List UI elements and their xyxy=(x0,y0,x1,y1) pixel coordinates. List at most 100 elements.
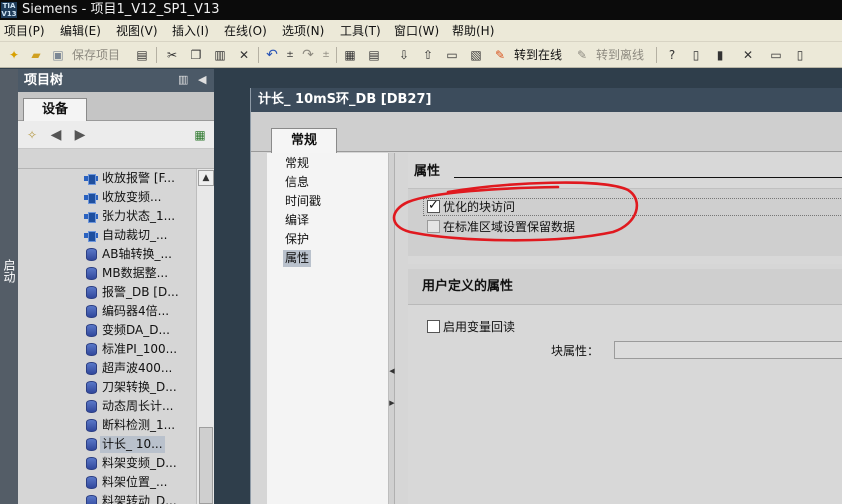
tree-item[interactable]: 刀架转换_D... xyxy=(78,378,196,397)
split-horizontal-icon[interactable]: ▭ xyxy=(768,47,784,63)
tree-item[interactable]: 料架转动_D... xyxy=(78,492,196,504)
help-pointer-icon[interactable]: ? xyxy=(664,47,680,63)
menu-insert[interactable]: 插入(I) xyxy=(172,23,209,39)
tree-item[interactable]: 收放报警 [F... xyxy=(78,169,196,188)
nav-protection[interactable]: 保护 xyxy=(285,231,309,248)
main-toolbar: ✦ ▰ ▣ 保存项目 ▤ ✂ ❐ ▥ ✕ ↶ ± ↷ ± ▦ ▤ ⇩ ⇧ ▭ ▧… xyxy=(0,42,842,68)
pin-panel-icon[interactable]: ▥ xyxy=(178,73,191,86)
splitter-collapse-icon[interactable]: ◀ xyxy=(389,367,395,375)
new-project-icon[interactable]: ✦ xyxy=(6,47,22,63)
undo-icon[interactable]: ↶ xyxy=(264,47,280,63)
project-tree-tab-row: 设备 xyxy=(18,92,214,121)
delete-icon[interactable]: ✕ xyxy=(236,47,252,63)
go-offline-button[interactable]: 转到离线 xyxy=(596,47,644,63)
tree-item[interactable]: 自动裁切_... xyxy=(78,226,196,245)
tree-item-label: 料架位置_... xyxy=(102,475,168,489)
tree-item[interactable]: 料架变频_D... xyxy=(78,454,196,473)
window-layout-icon[interactable]: ▯ xyxy=(688,47,704,63)
menu-options[interactable]: 选项(N) xyxy=(282,23,324,39)
start-strip-label: 启动 xyxy=(2,259,16,283)
menu-window[interactable]: 窗口(W) xyxy=(394,23,439,39)
tree-item[interactable]: 张力状态_1... xyxy=(78,207,196,226)
function-block-icon xyxy=(84,172,98,185)
go-online-icon[interactable]: ✎ xyxy=(492,47,508,63)
focus-rectangle xyxy=(423,198,842,216)
scroll-up-icon[interactable]: ▲ xyxy=(198,170,214,186)
open-project-icon[interactable]: ▰ xyxy=(28,47,44,63)
data-block-icon xyxy=(86,476,97,489)
tree-item[interactable]: 收放变频... xyxy=(78,188,196,207)
tia-portal-logo-icon: TIA V13 xyxy=(1,2,17,18)
save-project-button[interactable]: 保存项目 xyxy=(72,47,120,63)
tag-readback-checkbox[interactable] xyxy=(427,320,440,333)
back-icon[interactable]: ◀ xyxy=(48,127,64,143)
block-properties-dialog: 计长_ 10mS环_DB [DB27] 常规 常规 信息 时间戳 编译 保护 属… xyxy=(250,88,842,504)
menu-project[interactable]: 项目(P) xyxy=(4,23,45,39)
project-tree-header: 项目树 ▥ ◀ xyxy=(18,69,214,92)
split-editor-icon[interactable]: ▦ xyxy=(342,47,358,63)
tab-devices[interactable]: 设备 xyxy=(23,98,87,121)
tree-item[interactable]: MB数据整... xyxy=(78,264,196,283)
tree-item[interactable]: 编码器4倍... xyxy=(78,302,196,321)
tab-general[interactable]: 常规 xyxy=(271,128,337,153)
project-tree-list: 收放报警 [F... 收放变频... 张力状态_1... 自动裁切_... AB轴转换_… xyxy=(18,169,196,504)
scroll-thumb[interactable] xyxy=(199,427,213,504)
nav-timestamps[interactable]: 时间戳 xyxy=(285,193,321,210)
start-simulation-icon[interactable]: ▭ xyxy=(444,47,460,63)
paste-icon[interactable]: ▥ xyxy=(212,47,228,63)
print-icon[interactable]: ▤ xyxy=(134,47,150,63)
nav-splitter[interactable]: ◀ ▶ xyxy=(389,153,395,504)
tree-item-label: 自动裁切_... xyxy=(102,228,168,242)
go-online-button[interactable]: 转到在线 xyxy=(514,47,562,63)
tree-item-label: 编码器4倍... xyxy=(102,304,170,318)
menu-help[interactable]: 帮助(H) xyxy=(452,23,494,39)
nav-information[interactable]: 信息 xyxy=(285,174,309,191)
nav-attributes[interactable]: 属性 xyxy=(283,250,312,267)
retain-data-checkbox[interactable] xyxy=(427,220,440,233)
accessible-devices-icon[interactable]: ▧ xyxy=(468,47,484,63)
menu-online[interactable]: 在线(O) xyxy=(224,23,267,39)
close-editor-icon[interactable]: ✕ xyxy=(740,47,756,63)
tree-item[interactable]: 计长_ 10... xyxy=(78,435,196,454)
toolbar-separator xyxy=(156,47,157,63)
tree-item[interactable]: AB轴转换_... xyxy=(78,245,196,264)
compile-icon[interactable]: ▤ xyxy=(366,47,382,63)
tree-item[interactable]: 料架位置_... xyxy=(78,473,196,492)
tree-item[interactable]: 标准PI_100... xyxy=(78,340,196,359)
menu-view[interactable]: 视图(V) xyxy=(116,23,158,39)
properties-nav-list: 常规 信息 时间戳 编译 保护 属性 xyxy=(267,153,389,504)
tree-item[interactable]: 动态周长计... xyxy=(78,397,196,416)
portal-start-strip[interactable]: 启动 xyxy=(0,69,18,504)
nav-general[interactable]: 常规 xyxy=(285,155,309,172)
download-to-device-icon[interactable]: ⇩ xyxy=(396,47,412,63)
save-icon[interactable]: ▣ xyxy=(50,47,66,63)
show-overview-icon[interactable]: ▦ xyxy=(192,127,208,143)
project-tree-scrollbar[interactable]: ▲ xyxy=(196,169,214,504)
redo-icon[interactable]: ↷ xyxy=(300,47,316,63)
undo-dropdown-icon[interactable]: ± xyxy=(282,47,298,63)
splitter-expand-icon[interactable]: ▶ xyxy=(389,399,395,407)
tree-item[interactable]: 断料检测_1... xyxy=(78,416,196,435)
tree-item-label: 收放变频... xyxy=(102,190,162,204)
copy-icon[interactable]: ❐ xyxy=(188,47,204,63)
tree-item[interactable]: 超声波400... xyxy=(78,359,196,378)
add-new-item-icon[interactable]: ✧ xyxy=(24,127,40,143)
split-vertical-icon[interactable]: ▯ xyxy=(792,47,808,63)
redo-dropdown-icon[interactable]: ± xyxy=(318,47,334,63)
collapse-left-icon[interactable]: ◀ xyxy=(198,73,210,86)
user-attributes-title: 用户定义的属性 xyxy=(422,279,514,294)
upload-from-device-icon[interactable]: ⇧ xyxy=(420,47,436,63)
nav-compilation[interactable]: 编译 xyxy=(285,212,309,229)
cut-icon[interactable]: ✂ xyxy=(164,47,180,63)
dialog-tab-row: 常规 xyxy=(251,112,842,153)
menu-edit[interactable]: 编辑(E) xyxy=(60,23,101,39)
section-divider xyxy=(454,177,842,178)
tree-item-label: 动态周长计... xyxy=(102,399,174,413)
block-attributes-input[interactable] xyxy=(614,341,842,359)
tree-item[interactable]: 报警_DB [D... xyxy=(78,283,196,302)
tree-item[interactable]: 变频DA_D... xyxy=(78,321,196,340)
window-tile-icon[interactable]: ▮ xyxy=(712,47,728,63)
menu-tools[interactable]: 工具(T) xyxy=(340,23,381,39)
go-offline-icon[interactable]: ✎ xyxy=(574,47,590,63)
forward-icon[interactable]: ▶ xyxy=(72,127,88,143)
